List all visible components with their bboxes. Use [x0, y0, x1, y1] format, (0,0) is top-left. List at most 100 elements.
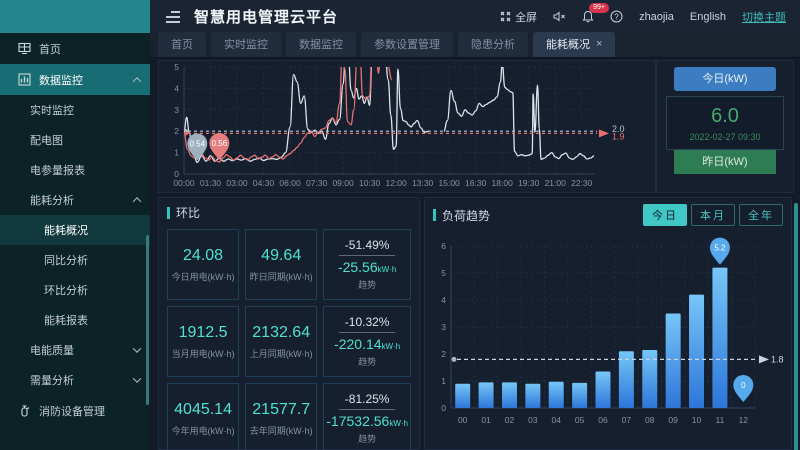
tab-0[interactable]: 首页 [158, 32, 206, 57]
svg-text:09:00: 09:00 [332, 178, 354, 188]
sidebar-item-label: 能耗概况 [44, 222, 88, 238]
load-trend-title: 负荷趋势 [433, 207, 490, 224]
yesterday-kw-button[interactable]: 昨日(kW) [674, 150, 776, 174]
ring-comparison-title-text: 环比 [176, 204, 200, 221]
svg-text:3: 3 [174, 105, 179, 115]
load-trend-title-text: 负荷趋势 [442, 207, 490, 224]
sidebar-item-6[interactable]: 能耗概况 [0, 215, 150, 245]
mute-button[interactable] [553, 11, 566, 22]
bar-03[interactable] [525, 384, 540, 408]
tab-4[interactable]: 隐患分析 [458, 32, 528, 57]
menu-fold-icon[interactable] [166, 11, 180, 23]
bar-00[interactable] [455, 384, 470, 408]
svg-text:00:00: 00:00 [173, 178, 195, 188]
sidebar-item-9[interactable]: 能耗报表 [0, 305, 150, 335]
trend-delta: -17532.56kW·h [326, 413, 408, 429]
svg-text:02: 02 [505, 415, 515, 425]
svg-text:5: 5 [441, 268, 446, 278]
svg-text:5.2: 5.2 [714, 244, 726, 253]
help-button[interactable]: ? [610, 10, 623, 23]
sidebar-item-label: 同比分析 [44, 252, 88, 268]
tab-5[interactable]: 能耗概况 × [533, 32, 615, 57]
bar-09[interactable] [666, 314, 681, 409]
chevron-down-icon [133, 374, 141, 382]
sidebar-item-1[interactable]: 数据监控 [0, 64, 150, 95]
username[interactable]: zhaojia [639, 11, 674, 23]
sidebar-item-label: 配电图 [30, 132, 63, 148]
today-kw-timestamp: 2022-02-27 09:30 [689, 132, 760, 142]
bar-04[interactable] [549, 382, 564, 408]
stat-value: 4045.14 [174, 401, 232, 419]
language-switch[interactable]: English [690, 11, 726, 23]
trend-unit: kW·h [389, 419, 408, 428]
svg-text:1: 1 [441, 376, 446, 386]
today-kw-button[interactable]: 今日(kW) [674, 67, 776, 91]
notifications-button[interactable]: 99+ [582, 10, 594, 23]
sidebar-item-10[interactable]: 电能质量 [0, 335, 150, 365]
theme-switch-link[interactable]: 切换主题 [742, 9, 786, 25]
svg-text:1.9: 1.9 [612, 131, 625, 141]
svg-text:08: 08 [645, 415, 655, 425]
sidebar-item-3[interactable]: 配电图 [0, 125, 150, 155]
svg-text:06: 06 [598, 415, 608, 425]
bar-08[interactable] [642, 350, 657, 408]
bar-02[interactable] [502, 382, 517, 408]
chevron-up-icon [133, 197, 141, 205]
bar-10[interactable] [689, 295, 704, 408]
tab-close-icon[interactable]: × [596, 38, 602, 50]
today-kw-value: 6.0 [711, 105, 739, 128]
sidebar-item-label: 首页 [39, 41, 61, 57]
chevron-down-icon [133, 344, 141, 352]
stat-value: 1912.5 [179, 324, 228, 342]
header-bar: 智慧用电管理云平台 全屏 [150, 0, 800, 33]
sidebar-item-2[interactable]: 实时监控 [0, 95, 150, 125]
fullscreen-button[interactable]: 全屏 [500, 9, 537, 25]
stat-card-2-0: 4045.14今年用电(kW·h) [167, 383, 239, 450]
range-button-1[interactable]: 本月 [691, 204, 735, 226]
sidebar-item-4[interactable]: 电参量报表 [0, 155, 150, 185]
svg-text:07:30: 07:30 [306, 178, 328, 188]
svg-text:06:00: 06:00 [279, 178, 301, 188]
svg-text:03: 03 [528, 415, 538, 425]
svg-text:00: 00 [458, 415, 468, 425]
sidebar-item-label: 电参量报表 [30, 162, 85, 178]
svg-text:03:00: 03:00 [226, 178, 248, 188]
range-button-0[interactable]: 今日 [643, 204, 687, 226]
svg-text:11: 11 [716, 415, 725, 425]
tab-2[interactable]: 数据监控 [286, 32, 356, 57]
bar-06[interactable] [596, 372, 611, 408]
svg-text:?: ? [614, 12, 619, 21]
svg-text:2: 2 [174, 126, 179, 136]
range-button-2[interactable]: 全年 [739, 204, 783, 226]
sidebar-item-0[interactable]: 首页 [0, 33, 150, 64]
svg-text:21:00: 21:00 [545, 178, 567, 188]
ring-comparison-panel: 环比 24.08今日用电(kW·h)49.64昨日同期(kW·h)-51.49%… [158, 197, 420, 450]
bar-11[interactable] [712, 268, 727, 408]
svg-text:22:30: 22:30 [571, 178, 593, 188]
markpoint-pin: 5.2 [710, 238, 730, 265]
bar-01[interactable] [479, 382, 494, 408]
sidebar-item-7[interactable]: 同比分析 [0, 245, 150, 275]
today-kw-value-box: 6.0 2022-02-27 09:30 [666, 96, 784, 150]
home-icon [18, 42, 31, 55]
tab-1[interactable]: 实时监控 [211, 32, 281, 57]
bar-05[interactable] [572, 383, 587, 408]
trend-label: 趋势 [358, 278, 376, 291]
fullscreen-label: 全屏 [515, 9, 537, 25]
sidebar-scrollbar[interactable] [146, 235, 149, 405]
trend-unit: kW·h [378, 265, 397, 274]
tab-3[interactable]: 参数设置管理 [361, 32, 453, 57]
tab-bar: 首页实时监控数据监控参数设置管理隐患分析 能耗概况 × [150, 33, 800, 58]
sidebar-item-8[interactable]: 环比分析 [0, 275, 150, 305]
svg-text:0.56: 0.56 [212, 139, 228, 148]
svg-text:04:30: 04:30 [253, 178, 275, 188]
sidebar-item-5[interactable]: 能耗分析 [0, 185, 150, 215]
title-accent-bar [167, 207, 170, 219]
trend-label: 趋势 [358, 355, 376, 368]
tab-label: 能耗概况 [546, 36, 590, 52]
sidebar-item-12[interactable]: 消防设备管理 [0, 395, 150, 426]
svg-text:4: 4 [441, 295, 446, 305]
sidebar-item-11[interactable]: 需量分析 [0, 365, 150, 395]
trend-label: 趋势 [358, 432, 376, 445]
content-scrollbar[interactable] [794, 203, 798, 450]
